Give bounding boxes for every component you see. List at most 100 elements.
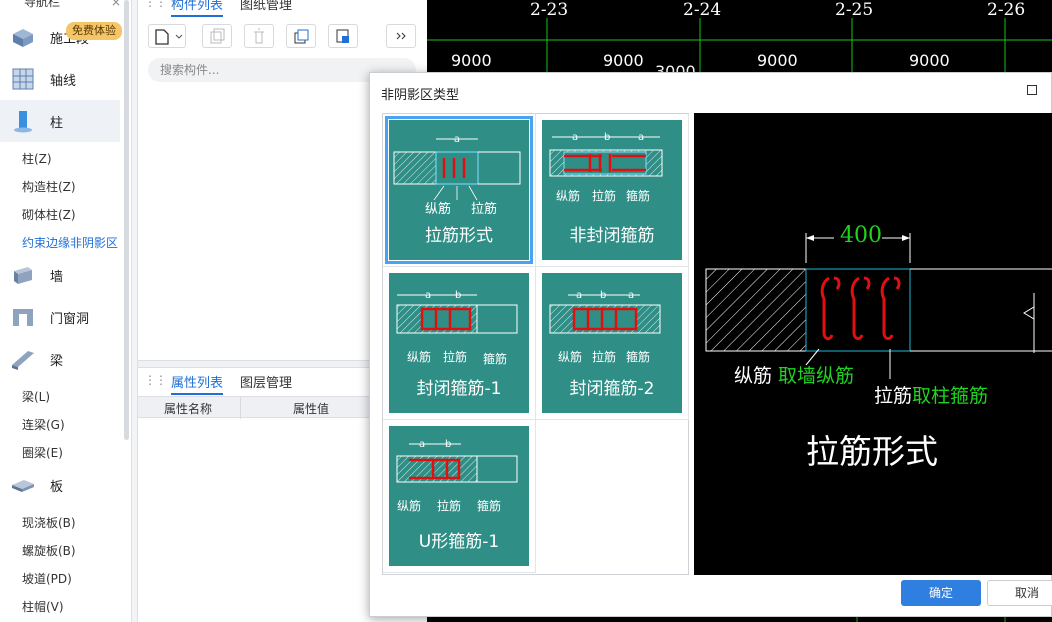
option-card: a b 纵筋 拉筋 箍筋 封闭箍筋-1	[389, 273, 529, 413]
copy-button[interactable]	[202, 24, 232, 48]
nav-category-label: 门窗洞	[50, 311, 90, 327]
non-shadow-type-dialog: 非阴影区类型 a 纵筋 拉筋 拉筋形式 a b a 纵筋 拉筋 箍筋 非封闭箍筋…	[369, 72, 1052, 617]
dimension-label: 9000	[451, 51, 492, 70]
svg-text:拉筋: 拉筋	[592, 349, 616, 364]
svg-text:a: a	[419, 439, 425, 450]
svg-text:b: b	[455, 290, 461, 301]
dimension-label: 9000	[909, 51, 950, 70]
dimension-label: 9000	[603, 51, 644, 70]
nav-scrollbar[interactable]	[124, 0, 129, 440]
svg-text:箍筋: 箍筋	[477, 498, 501, 513]
duplicate-button[interactable]	[286, 24, 316, 48]
svg-text:b: b	[445, 439, 451, 450]
column-icon	[14, 111, 32, 133]
option-card: a b a 纵筋 拉筋 箍筋 封闭箍筋-2	[542, 273, 682, 413]
tab-property-list[interactable]: 属性列表	[171, 372, 224, 395]
nav-category-label: 柱	[50, 115, 64, 131]
nav-category-slab[interactable]: 板	[0, 464, 120, 506]
tab-layer-management[interactable]: 图层管理	[240, 372, 292, 391]
nav-category-axis[interactable]: 轴线	[0, 58, 120, 100]
tie-bar-note: 拉筋取柱箍筋	[874, 381, 988, 408]
svg-text:a: a	[425, 290, 431, 301]
nav-item-ring-beam[interactable]: 圈梁(E)	[22, 444, 63, 461]
new-component-button[interactable]	[148, 24, 186, 48]
drag-grip-icon[interactable]: ⋮⋮	[144, 374, 167, 386]
nav-item-beam[interactable]: 梁(L)	[22, 388, 50, 405]
tab-component-list[interactable]: 构件列表	[171, 0, 224, 17]
svg-text:a: a	[572, 132, 578, 143]
svg-text:箍筋: 箍筋	[483, 351, 507, 366]
svg-text:拉筋: 拉筋	[437, 498, 461, 513]
option-label: U形箍筋-1	[418, 532, 500, 552]
svg-text:a: a	[454, 134, 460, 145]
delete-button[interactable]	[244, 24, 274, 48]
door-window-icon	[13, 309, 33, 326]
svg-text:拉筋: 拉筋	[592, 188, 616, 203]
expand-button[interactable]	[386, 24, 416, 48]
copy-icon	[210, 28, 225, 44]
free-trial-badge[interactable]: 免费体验	[66, 22, 122, 40]
note-source: 取柱箍筋	[912, 385, 989, 407]
batch-select-button[interactable]	[328, 24, 358, 48]
close-icon[interactable]: ×	[111, 0, 121, 12]
longitudinal-bar-note: 纵筋 取墙纵筋	[734, 361, 854, 388]
nav-item-coupling-beam[interactable]: 连梁(G)	[22, 416, 65, 433]
nav-item-constructional-column[interactable]: 构造柱(Z)	[22, 178, 76, 195]
axis-grid-icon	[12, 68, 34, 90]
svg-text:纵筋: 纵筋	[558, 349, 582, 364]
nav-item-cast-slab[interactable]: 现浇板(B)	[22, 514, 76, 531]
ok-button[interactable]: 确定	[901, 580, 981, 606]
option-non-closed-stirrup[interactable]: a b a 纵筋 拉筋 箍筋 非封闭箍筋	[536, 114, 689, 267]
type-option-grid: a 纵筋 拉筋 拉筋形式 aba 纵筋 拉筋 箍筋 非封闭箍筋 a b 纵筋 拉…	[382, 113, 689, 575]
wall-icon	[14, 267, 32, 284]
nav-category-beam[interactable]: 梁	[0, 338, 120, 380]
axis-label: 2-26	[987, 0, 1026, 20]
svg-text:纵筋: 纵筋	[397, 498, 421, 513]
svg-text:箍筋: 箍筋	[626, 188, 650, 203]
column-header-name: 属性名称	[164, 402, 213, 416]
axis-label: 2-24	[683, 0, 722, 20]
batch-icon	[336, 29, 349, 43]
tab-drawing-management[interactable]: 图纸管理	[240, 0, 292, 13]
svg-text:纵筋: 纵筋	[556, 188, 580, 203]
option-u-stirrup-1[interactable]: a b 纵筋 拉筋 箍筋 U形箍筋-1	[383, 420, 536, 573]
nav-category-door-window[interactable]: 门窗洞	[0, 296, 120, 338]
nav-item-column-cap[interactable]: 柱帽(V)	[22, 598, 64, 615]
cancel-button[interactable]: 取消	[987, 580, 1052, 606]
option-tie-bar-form[interactable]: a 纵筋 拉筋 拉筋形式	[383, 114, 536, 267]
nav-category-label: 梁	[50, 353, 64, 369]
nav-item-boundary-non-shadow[interactable]: 约束边缘非阴影区	[22, 234, 118, 251]
nav-item-spiral-slab[interactable]: 螺旋板(B)	[22, 542, 76, 559]
nav-category-label: 轴线	[50, 73, 77, 89]
nav-category-wall[interactable]: 墙	[0, 254, 120, 296]
nav-category-label: 墙	[50, 269, 64, 285]
note-label: 纵筋	[734, 365, 779, 387]
double-arrow-icon	[396, 32, 406, 40]
nav-item-masonry-column[interactable]: 砌体柱(Z)	[22, 206, 76, 223]
drag-grip-icon[interactable]: ⋮⋮	[144, 0, 167, 8]
dimension-value: 400	[840, 223, 882, 248]
column-divider	[240, 397, 241, 419]
svg-text:a: a	[576, 290, 582, 301]
option-closed-stirrup-2[interactable]: a b a 纵筋 拉筋 箍筋 封闭箍筋-2	[536, 267, 689, 420]
svg-text:a: a	[628, 290, 634, 301]
preview-title: 拉筋形式	[806, 432, 938, 471]
note-label: 拉筋	[874, 385, 913, 407]
nav-item-column[interactable]: 柱(Z)	[22, 150, 52, 167]
option-closed-stirrup-1[interactable]: a b 纵筋 拉筋 箍筋 封闭箍筋-1	[383, 267, 536, 420]
svg-text:b: b	[600, 290, 606, 301]
svg-text:a: a	[638, 132, 644, 143]
option-label: 非封闭箍筋	[569, 226, 655, 246]
option-card: a b a 纵筋 拉筋 箍筋 非封闭箍筋	[542, 120, 682, 260]
maximize-icon[interactable]	[1027, 85, 1037, 95]
nav-item-ramp[interactable]: 坡道(PD)	[22, 570, 72, 587]
tie-bar-preview-diagram	[705, 233, 1052, 379]
beam-icon	[12, 351, 34, 370]
duplicate-icon	[294, 29, 309, 44]
svg-text:拉筋: 拉筋	[471, 201, 497, 217]
construction-section-icon	[13, 29, 33, 47]
option-card: a b 纵筋 拉筋 箍筋 U形箍筋-1	[389, 426, 529, 566]
dimension-label: 9000	[757, 51, 798, 70]
navigation-panel: 导航栏 × 施工段 免费体验 轴线 柱 柱(Z) 构造柱(Z) 砌体柱(Z) 约…	[0, 0, 132, 622]
nav-category-column[interactable]: 柱	[0, 100, 120, 142]
